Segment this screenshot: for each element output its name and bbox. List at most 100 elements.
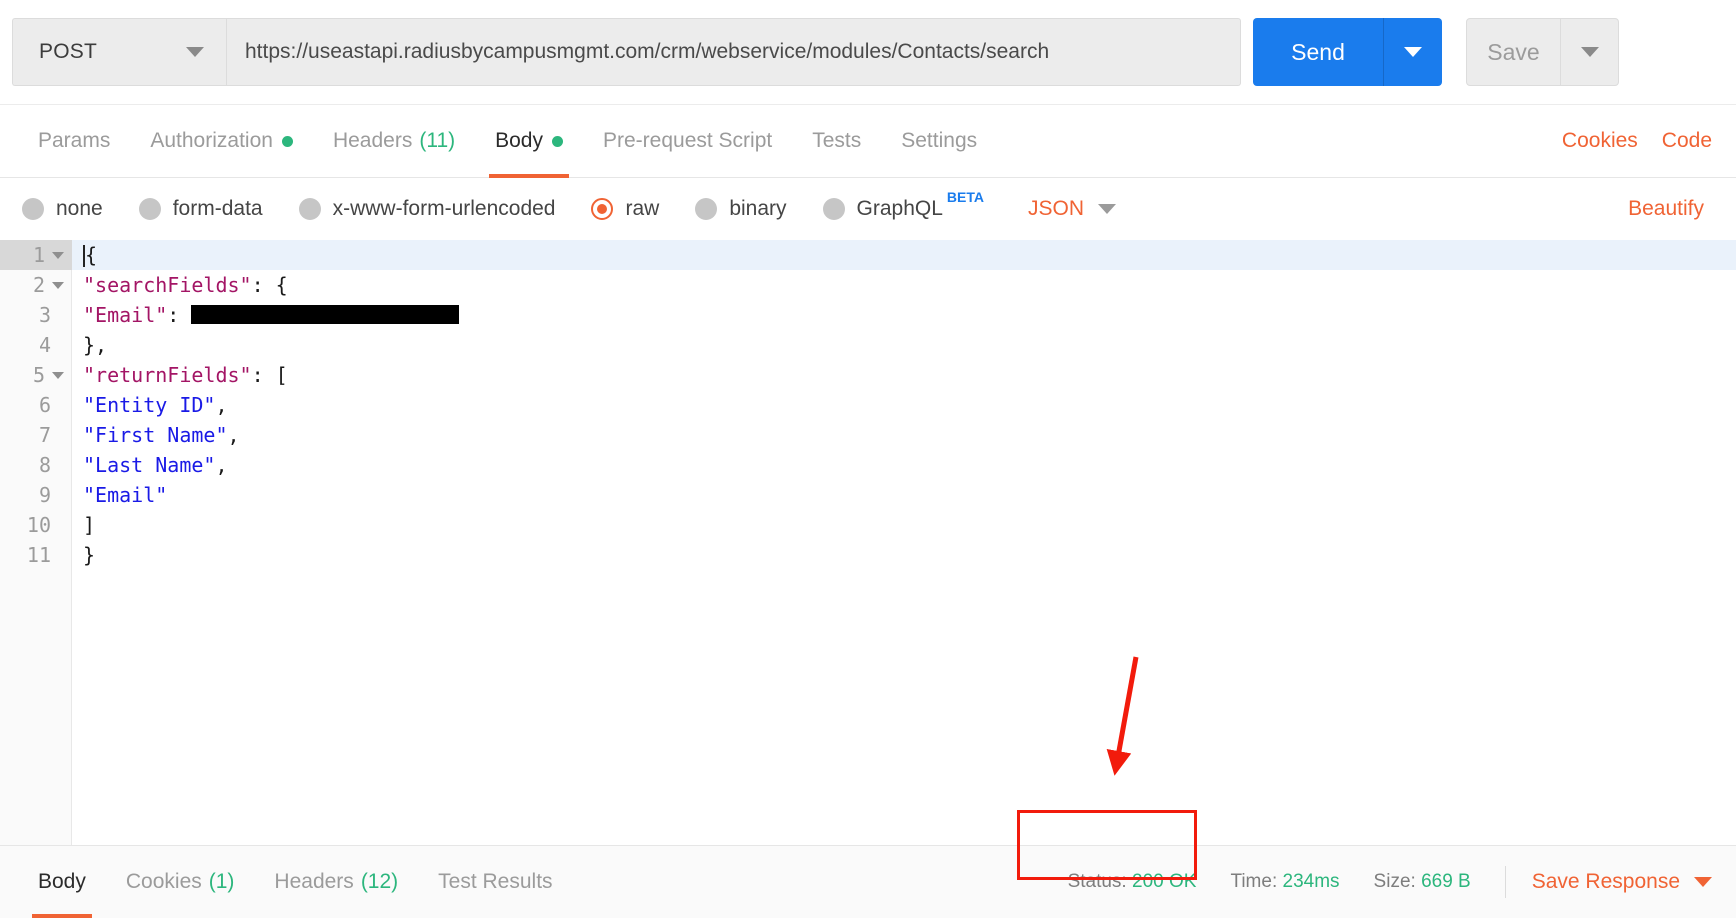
save-response-button[interactable]: Save Response bbox=[1532, 870, 1712, 894]
tab-authorization[interactable]: Authorization bbox=[130, 105, 313, 177]
body-type-form-data-label: form-data bbox=[172, 197, 263, 220]
response-tab-test-results-label: Test Results bbox=[438, 870, 553, 893]
status-dot-icon bbox=[281, 135, 293, 147]
editor-line[interactable]: 11} bbox=[0, 540, 1736, 570]
redacted-value bbox=[191, 305, 460, 324]
body-type-binary-label: binary bbox=[729, 197, 787, 220]
editor-line-text: ] bbox=[72, 510, 95, 540]
radio-icon bbox=[298, 198, 321, 220]
tab-tests[interactable]: Tests bbox=[792, 105, 881, 177]
editor-line[interactable]: 9 "Email" bbox=[0, 480, 1736, 510]
tab-headers[interactable]: Headers (11) bbox=[313, 105, 475, 177]
time-label: Time: bbox=[1230, 871, 1278, 892]
save-button-group: Save bbox=[1466, 18, 1619, 86]
editor-line-text: } bbox=[72, 540, 95, 570]
editor-line-text: "Last Name", bbox=[72, 450, 228, 480]
code-token: { bbox=[85, 243, 98, 267]
beautify-link[interactable]: Beautify bbox=[1628, 197, 1714, 221]
fold-arrow-icon[interactable] bbox=[52, 251, 64, 259]
time-badge: Time: 234ms bbox=[1230, 871, 1339, 893]
code-token: "First Name" bbox=[83, 423, 228, 447]
radio-icon bbox=[138, 198, 161, 220]
body-type-raw[interactable]: raw bbox=[591, 197, 659, 221]
save-response-label: Save Response bbox=[1531, 870, 1680, 893]
chevron-down-icon bbox=[1404, 47, 1422, 57]
chevron-down-icon bbox=[1098, 204, 1117, 214]
code-token: } bbox=[83, 543, 96, 567]
editor-line[interactable]: 6 "Entity ID", bbox=[0, 390, 1736, 420]
tab-params[interactable]: Params bbox=[18, 105, 130, 177]
editor-line[interactable]: 2 "searchFields": { bbox=[0, 270, 1736, 300]
send-button-group: Send bbox=[1253, 18, 1442, 86]
beta-badge: BETA bbox=[946, 189, 984, 205]
request-tab-bar: Params Authorization Headers (11) Body P… bbox=[0, 104, 1736, 178]
editor-line[interactable]: 8 "Last Name", bbox=[0, 450, 1736, 480]
line-number: 5 bbox=[0, 360, 72, 390]
body-type-binary[interactable]: binary bbox=[695, 197, 787, 221]
code-token: , bbox=[227, 423, 240, 447]
line-number: 1 bbox=[0, 240, 72, 270]
body-language-label: JSON bbox=[1028, 197, 1085, 220]
editor-line[interactable]: 10] bbox=[0, 510, 1736, 540]
editor-line[interactable]: 5 "returnFields": [ bbox=[0, 360, 1736, 390]
tab-settings[interactable]: Settings bbox=[881, 105, 997, 177]
code-token: "Entity ID" bbox=[83, 393, 216, 417]
save-button[interactable]: Save bbox=[1467, 19, 1561, 85]
response-tab-cookies[interactable]: Cookies (1) bbox=[106, 846, 255, 918]
fold-arrow-icon[interactable] bbox=[52, 371, 64, 379]
tab-headers-count: (11) bbox=[419, 129, 456, 152]
tab-headers-label: Headers bbox=[332, 129, 413, 152]
code-token: ] bbox=[83, 513, 96, 537]
tab-body[interactable]: Body bbox=[475, 105, 583, 178]
editor-line-text: "Entity ID", bbox=[72, 390, 228, 420]
body-type-graphql[interactable]: GraphQL BETA bbox=[822, 189, 984, 221]
response-tab-body[interactable]: Body bbox=[18, 846, 106, 918]
body-type-none-label: none bbox=[56, 197, 103, 220]
line-number: 7 bbox=[38, 423, 51, 447]
response-tab-headers[interactable]: Headers (12) bbox=[254, 846, 418, 918]
request-tab-bar-actions: Cookies Code bbox=[1562, 105, 1718, 177]
code-link[interactable]: Code bbox=[1662, 129, 1712, 153]
cookies-link[interactable]: Cookies bbox=[1562, 129, 1638, 153]
editor-line[interactable]: 1{ bbox=[0, 240, 1736, 270]
tab-authorization-label: Authorization bbox=[150, 129, 273, 152]
http-method-select[interactable]: POST bbox=[12, 18, 226, 86]
body-type-urlencoded[interactable]: x-www-form-urlencoded bbox=[298, 197, 555, 221]
size-badge: Size: 669 B bbox=[1374, 871, 1471, 893]
request-body-editor[interactable]: 1{2 "searchFields": {3 "Email": 4}, 5 "retur… bbox=[0, 240, 1736, 845]
code-token: "Last Name" bbox=[83, 453, 216, 477]
request-url-bar: POST https://useastapi.radiusbycampusmgm… bbox=[0, 0, 1736, 104]
tab-pre-request-script[interactable]: Pre-request Script bbox=[583, 105, 792, 177]
status-label: Status: bbox=[1067, 871, 1127, 892]
editor-line-text: "First Name", bbox=[72, 420, 240, 450]
response-meta: Status: 200 OK Time: 234ms Size: 669 B S… bbox=[1068, 846, 1718, 918]
response-tab-cookies-count: (1) bbox=[208, 870, 235, 893]
line-number: 3 bbox=[38, 303, 51, 327]
body-type-none[interactable]: none bbox=[22, 197, 103, 221]
status-dot-icon bbox=[552, 135, 563, 147]
chevron-down-icon bbox=[1694, 877, 1712, 887]
body-language-select[interactable]: JSON bbox=[1028, 197, 1117, 221]
divider bbox=[1504, 866, 1506, 898]
editor-line[interactable]: 7 "First Name", bbox=[0, 420, 1736, 450]
postman-request-window: POST https://useastapi.radiusbycampusmgm… bbox=[0, 0, 1736, 918]
response-tab-test-results[interactable]: Test Results bbox=[418, 846, 572, 918]
line-number: 6 bbox=[38, 393, 51, 417]
editor-line[interactable]: 4}, bbox=[0, 330, 1736, 360]
editor-line-text: { bbox=[72, 240, 97, 270]
tab-pre-request-script-label: Pre-request Script bbox=[603, 129, 773, 152]
fold-arrow-icon[interactable] bbox=[52, 281, 64, 289]
send-options-button[interactable] bbox=[1384, 18, 1442, 86]
send-button[interactable]: Send bbox=[1253, 18, 1384, 86]
code-token: "Email" bbox=[83, 483, 168, 507]
line-number: 11 bbox=[26, 543, 51, 567]
save-options-button[interactable] bbox=[1561, 19, 1618, 85]
editor-line[interactable]: 3 "Email": bbox=[0, 300, 1736, 330]
request-url-input[interactable]: https://useastapi.radiusbycampusmgmt.com… bbox=[226, 18, 1241, 86]
editor-lines: 1{2 "searchFields": {3 "Email": 4}, 5 "retur… bbox=[0, 240, 1736, 570]
tab-body-label: Body bbox=[495, 129, 543, 152]
body-type-form-data[interactable]: form-data bbox=[138, 197, 263, 221]
body-type-raw-label: raw bbox=[625, 197, 660, 220]
time-value: 234ms bbox=[1282, 871, 1340, 892]
editor-line-text: "Email": bbox=[72, 300, 460, 330]
